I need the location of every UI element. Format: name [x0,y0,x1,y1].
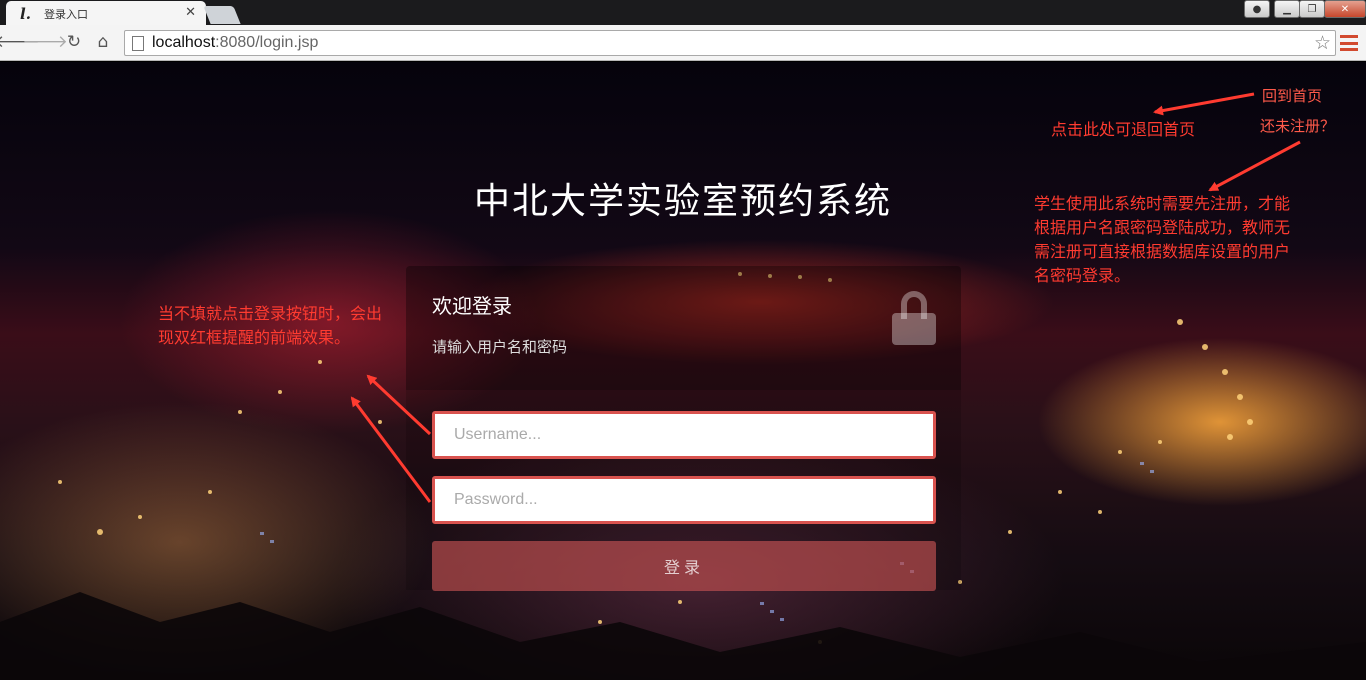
maximize-button[interactable]: ❐ [1299,0,1325,18]
favicon-icon: l. [20,4,31,23]
browser-toolbar: 🡐 🡒 ↻ ⌂ localhost:8080/login.jsp ☆ [0,25,1366,61]
profile-icon[interactable]: ● [1244,0,1270,18]
new-tab-button[interactable] [203,6,241,24]
welcome-heading: 欢迎登录 [432,294,512,318]
menu-icon[interactable] [1340,35,1358,51]
login-page: 中北大学实验室预约系统 欢迎登录 请输入用户名和密码 登录 当不填就点击登录按钮… [0,62,1366,680]
login-form-header: 欢迎登录 请输入用户名和密码 [406,266,961,390]
tab-close-icon[interactable]: ✕ [185,5,196,20]
browser-titlebar: l. 登录入口 ✕ ● ▁ ❐ ✕ [0,0,1366,26]
page-icon [132,35,144,51]
annotation-back-home-hint: 点击此处可退回首页 [1051,120,1196,139]
password-input[interactable] [432,476,936,524]
star-icon[interactable]: ☆ [1314,32,1331,54]
login-hint: 请输入用户名和密码 [432,338,568,356]
home-icon[interactable]: ⌂ [92,31,114,53]
annotation-register-note: 学生使用此系统时需要先注册，才能根据用户名跟密码登陆成功，教师无需注册可直接根据… [1034,194,1291,285]
annotation-validation-note: 当不填就点击登录按钮时，会出现双红框提醒的前端效果。 [158,304,383,347]
login-button[interactable]: 登录 [432,541,936,591]
browser-tab[interactable]: l. 登录入口 ✕ [6,1,206,26]
tab-title: 登录入口 [44,7,88,21]
close-window-button[interactable]: ✕ [1324,0,1366,18]
url-host: localhost [152,34,216,51]
address-bar[interactable]: localhost:8080/login.jsp ☆ [124,30,1336,56]
minimize-button[interactable]: ▁ [1274,0,1300,18]
username-input[interactable] [432,411,936,459]
reload-icon[interactable]: ↻ [63,31,85,53]
url-path: :8080/login.jsp [215,34,319,51]
lock-icon [892,291,936,345]
register-link[interactable]: 还未注册？ [1260,114,1335,138]
forward-arrow-icon[interactable]: 🡒 [22,31,68,53]
home-link[interactable]: 回到首页 [1262,84,1322,108]
